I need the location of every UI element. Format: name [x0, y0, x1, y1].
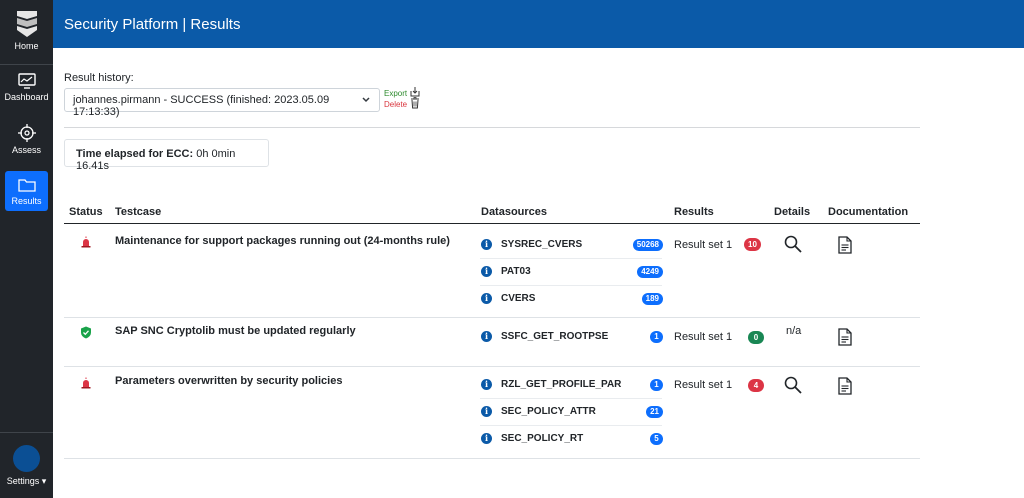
results-page: Result history: johannes.pirmann - SUCCE…: [53, 48, 1024, 498]
result-history-label: Result history:: [64, 72, 134, 84]
info-icon[interactable]: i: [481, 433, 492, 444]
datasource-count-badge: 5: [650, 433, 663, 445]
datasource-item: i RZL_GET_PROFILE_PAR 1: [481, 379, 663, 393]
column-header-details: Details: [774, 206, 811, 218]
datasource-item: i SYSREC_CVERS 50268: [481, 239, 663, 253]
logo-icon: [16, 11, 37, 37]
chevron-down-icon: [362, 97, 370, 103]
export-link[interactable]: Export: [384, 88, 407, 99]
download-icon[interactable]: [410, 86, 420, 97]
result-count-badge: 4: [748, 379, 764, 392]
sidebar-item-results[interactable]: Results: [5, 171, 48, 211]
datasource-item: i SSFC_GET_ROOTPSE 1: [481, 331, 663, 345]
datasource-divider: [480, 425, 662, 426]
datasource-name: SEC_POLICY_RT: [501, 433, 584, 444]
shield-check-icon: [81, 326, 91, 339]
search-icon[interactable]: [784, 235, 802, 253]
sidebar-item-label: Assess: [11, 145, 41, 155]
settings-menu[interactable]: Settings ▾: [0, 476, 53, 487]
time-elapsed-label: Time elapsed for ECC:: [76, 148, 194, 160]
sidebar-item-assess[interactable]: Assess: [0, 124, 53, 164]
alarm-icon: [81, 377, 91, 389]
datasource-divider: [480, 398, 662, 399]
search-icon[interactable]: [784, 376, 802, 394]
datasource-item: i PAT03 4249: [481, 266, 663, 280]
delete-link[interactable]: Delete: [384, 99, 407, 110]
info-icon[interactable]: i: [481, 331, 492, 342]
column-header-results: Results: [674, 206, 714, 218]
target-icon: [17, 124, 36, 142]
info-icon[interactable]: i: [481, 406, 492, 417]
sidebar-divider: [0, 432, 53, 433]
testcase-name: SAP SNC Cryptolib must be updated regula…: [115, 325, 356, 337]
datasource-item: i SEC_POLICY_RT 5: [481, 433, 663, 447]
testcase-name: Parameters overwritten by security polic…: [115, 375, 343, 387]
datasource-name: RZL_GET_PROFILE_PAR: [501, 379, 622, 390]
trash-icon[interactable]: [410, 97, 420, 109]
column-header-status: Status: [69, 206, 103, 218]
datasource-name: PAT03: [501, 266, 531, 277]
datasource-divider: [480, 258, 662, 259]
sidebar-item-label: Dashboard: [4, 92, 49, 102]
info-icon[interactable]: i: [481, 266, 492, 277]
result-set-label: Result set 1: [674, 379, 733, 391]
divider: [64, 127, 920, 128]
info-icon[interactable]: i: [481, 379, 492, 390]
datasource-name: CVERS: [501, 293, 536, 304]
result-count-badge: 0: [748, 331, 764, 344]
result-count-badge: 10: [744, 238, 761, 251]
table-header-divider: [64, 223, 920, 224]
alarm-icon: [81, 236, 91, 248]
datasource-name: SSFC_GET_ROOTPSE: [501, 331, 609, 342]
result-history-select[interactable]: johannes.pirmann - SUCCESS (finished: 20…: [64, 88, 380, 118]
document-icon[interactable]: [838, 328, 852, 346]
datasource-count-badge: 1: [650, 331, 663, 343]
datasource-count-badge: 1: [650, 379, 663, 391]
folder-icon: [17, 179, 36, 192]
time-elapsed-box: Time elapsed for ECC: 0h 0min 16.41s: [64, 139, 269, 172]
top-header: Security Platform | Results: [53, 0, 1024, 48]
result-set-label: Result set 1: [674, 331, 733, 343]
history-actions: Export Delete: [384, 88, 407, 110]
column-header-testcase: Testcase: [115, 206, 162, 218]
datasource-item: i SEC_POLICY_ATTR 21: [481, 406, 663, 420]
datasource-count-badge: 50268: [632, 239, 663, 251]
page-title: Security Platform | Results: [64, 16, 241, 33]
app: Home Dashboard Assess Results Settings ▾…: [0, 0, 1024, 498]
row-divider: [64, 317, 920, 318]
column-header-documentation: Documentation: [828, 206, 909, 218]
datasource-count-badge: 4249: [637, 266, 663, 278]
result-history-value: johannes.pirmann - SUCCESS (finished: 20…: [73, 94, 330, 118]
datasource-name: SEC_POLICY_ATTR: [501, 406, 596, 417]
testcase-name: Maintenance for support packages running…: [115, 235, 450, 247]
sidebar-item-dashboard[interactable]: Dashboard: [0, 73, 53, 113]
row-divider: [64, 366, 920, 367]
info-icon[interactable]: i: [481, 293, 492, 304]
row-divider: [64, 458, 920, 459]
datasource-item: i CVERS 189: [481, 293, 663, 307]
sidebar: Home Dashboard Assess Results Settings ▾: [0, 0, 53, 498]
document-icon[interactable]: [838, 377, 852, 395]
sidebar-item-label: Results: [11, 196, 42, 206]
datasource-count-badge: 189: [641, 293, 663, 305]
monitor-icon: [17, 73, 36, 89]
document-icon[interactable]: [838, 236, 852, 254]
sidebar-divider: [0, 64, 53, 65]
info-icon[interactable]: i: [481, 239, 492, 250]
sidebar-item-home[interactable]: Home: [0, 8, 53, 58]
datasource-divider: [480, 285, 662, 286]
datasource-name: SYSREC_CVERS: [501, 239, 583, 250]
sidebar-item-label: Home: [14, 41, 39, 51]
result-set-label: Result set 1: [674, 239, 733, 251]
column-header-datasources: Datasources: [481, 206, 548, 218]
datasource-count-badge: 21: [646, 406, 663, 418]
avatar[interactable]: [13, 445, 40, 472]
details-na: n/a: [786, 325, 802, 337]
